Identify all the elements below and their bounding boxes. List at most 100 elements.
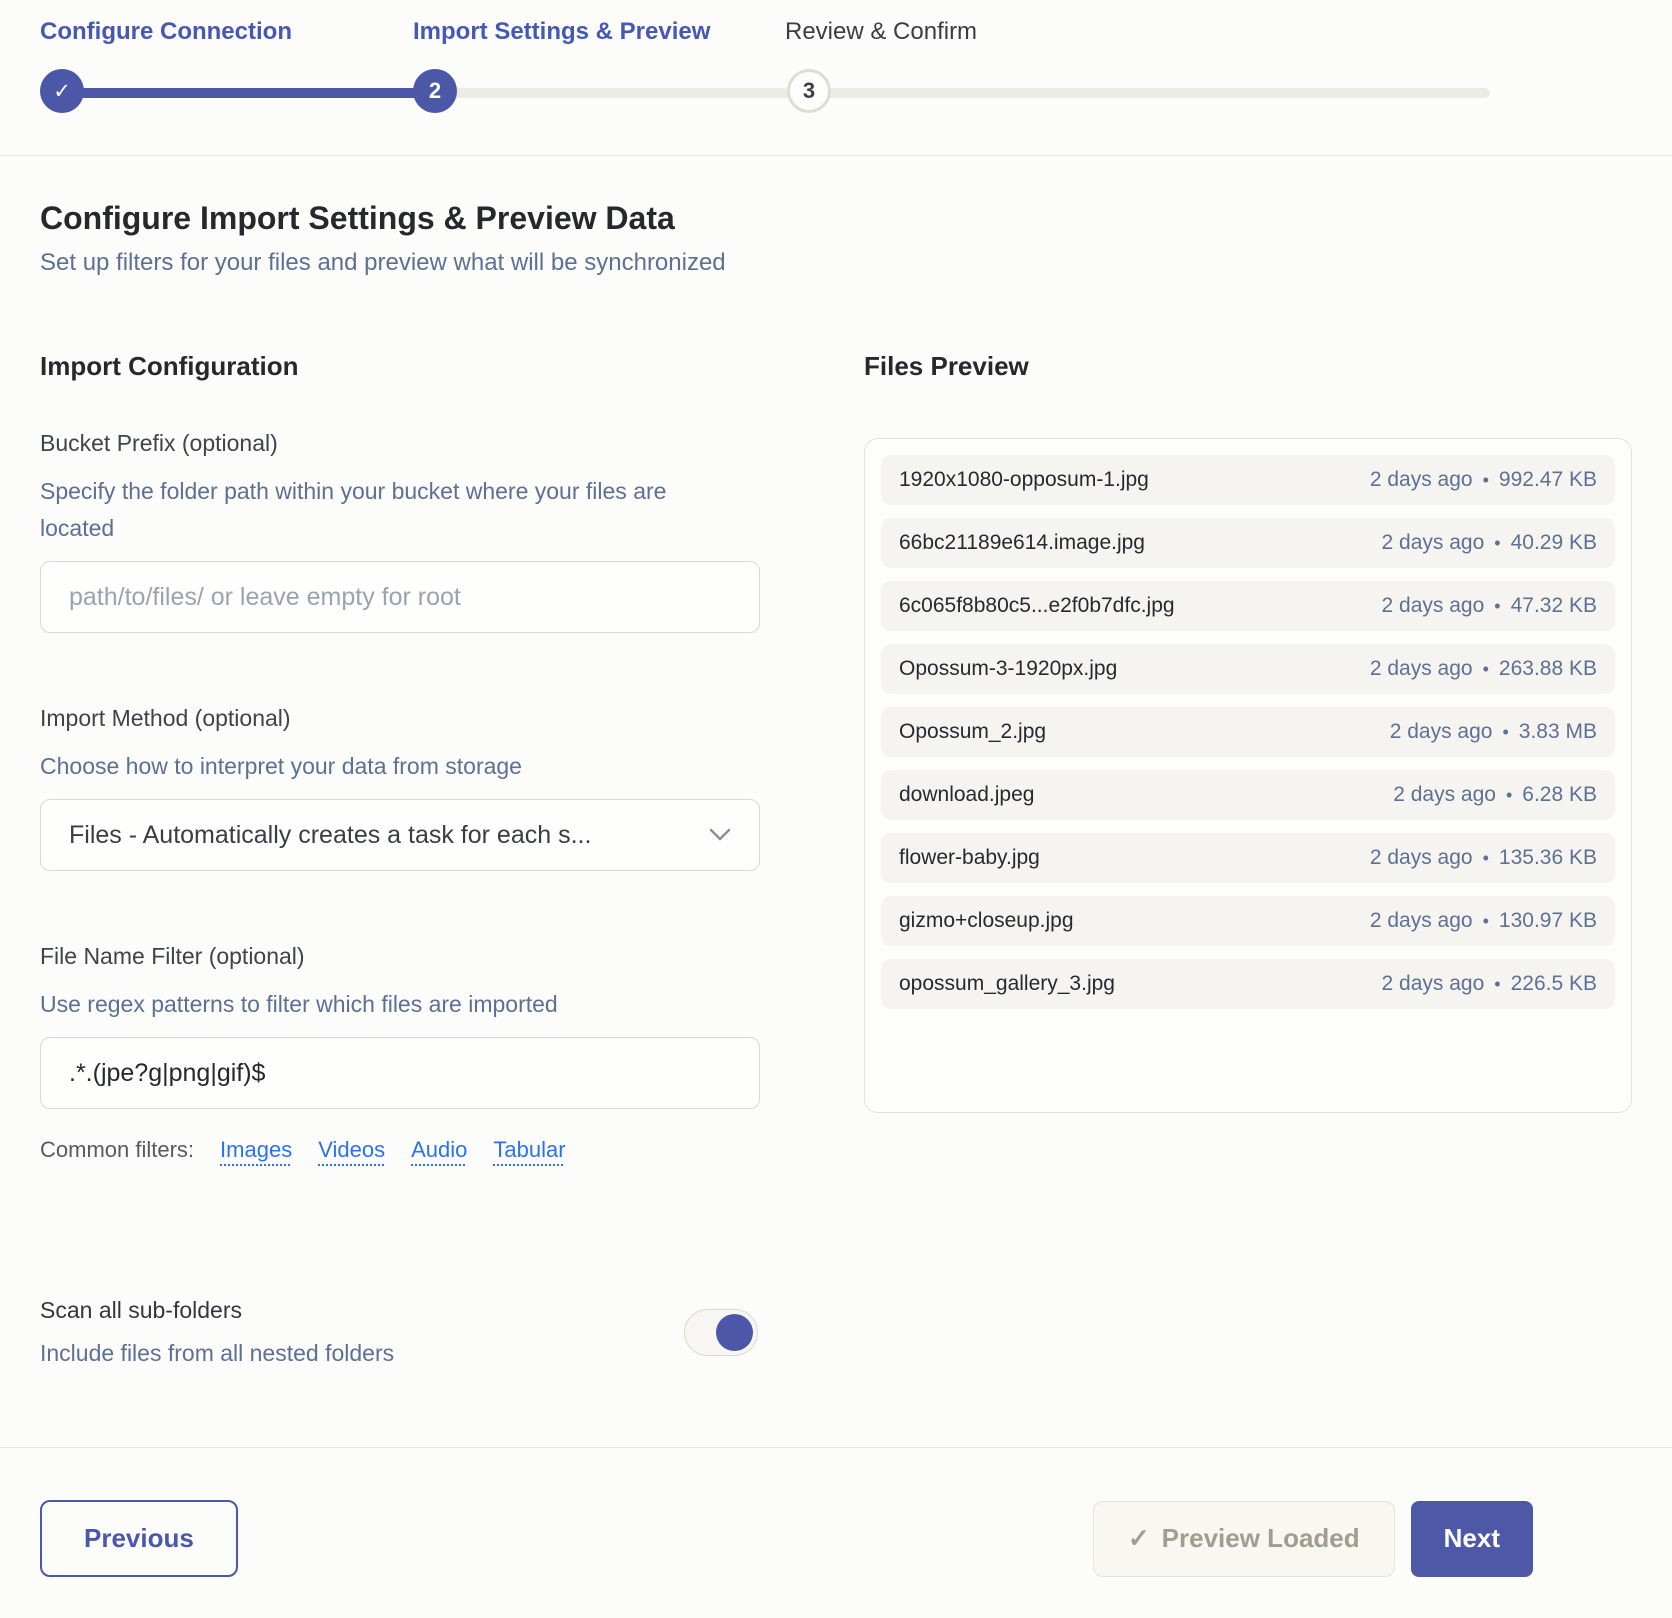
file-row: 6c065f8b80c5...e2f0b7dfc.jpg 2 days ago … [881,581,1615,631]
filter-link-images[interactable]: Images [220,1137,292,1163]
bullet-separator: • [1494,974,1500,995]
file-size: 135.36 KB [1499,846,1597,870]
file-meta: 2 days ago • 135.36 KB [1370,846,1597,870]
import-configuration-section: Import Configuration Bucket Prefix (opti… [40,351,760,1367]
file-row: flower-baby.jpg 2 days ago • 135.36 KB [881,833,1615,883]
file-size: 6.28 KB [1522,783,1597,807]
bullet-separator: • [1506,785,1512,806]
file-name: 1920x1080-opposum-1.jpg [899,468,1149,492]
file-name-filter-label: File Name Filter (optional) [40,943,760,970]
files-preview-card: 1920x1080-opposum-1.jpg 2 days ago • 992… [864,438,1632,1113]
file-size: 47.32 KB [1511,594,1597,618]
file-modified: 2 days ago [1370,846,1473,870]
files-preview-list: 1920x1080-opposum-1.jpg 2 days ago • 992… [881,455,1615,1009]
file-size: 130.97 KB [1499,909,1597,933]
scan-subfolders-label: Scan all sub-folders [40,1297,394,1324]
file-modified: 2 days ago [1370,909,1473,933]
stepper-progress-line-complete [60,88,437,98]
file-modified: 2 days ago [1393,783,1496,807]
file-meta: 2 days ago • 3.83 MB [1390,720,1597,744]
file-row: 66bc21189e614.image.jpg 2 days ago • 40.… [881,518,1615,568]
file-size: 3.83 MB [1519,720,1597,744]
file-modified: 2 days ago [1382,972,1485,996]
scan-subfolders-texts: Scan all sub-folders Include files from … [40,1297,394,1367]
file-modified: 2 days ago [1382,594,1485,618]
preview-loaded-button[interactable]: ✓ Preview Loaded [1093,1501,1395,1577]
step-label-import-settings[interactable]: Import Settings & Preview [413,18,710,46]
file-name: 66bc21189e614.image.jpg [899,531,1145,555]
files-preview-heading: Files Preview [864,351,1632,382]
file-name: flower-baby.jpg [899,846,1040,870]
page-title: Configure Import Settings & Preview Data [40,200,1632,237]
scan-subfolders-row: Scan all sub-folders Include files from … [40,1297,760,1367]
import-method-select[interactable]: Files - Automatically creates a task for… [40,799,760,871]
file-name: download.jpeg [899,783,1034,807]
file-meta: 2 days ago • 47.32 KB [1382,594,1597,618]
file-meta: 2 days ago • 992.47 KB [1370,468,1597,492]
check-icon: ✓ [1128,1523,1150,1554]
import-method-selected-value: Files - Automatically creates a task for… [69,821,591,850]
step-circle-3[interactable]: 3 [787,69,831,113]
common-filters-row: Common filters: Images Videos Audio Tabu… [40,1137,760,1163]
file-size: 992.47 KB [1499,468,1597,492]
file-row: 1920x1080-opposum-1.jpg 2 days ago • 992… [881,455,1615,505]
file-name: Opossum-3-1920px.jpg [899,657,1117,681]
stepper-progress-line-pending-1 [435,88,809,98]
file-name-filter-description: Use regex patterns to filter which files… [40,986,740,1023]
bucket-prefix-input[interactable] [40,561,760,633]
file-name: Opossum_2.jpg [899,720,1046,744]
step-circle-2[interactable]: 2 [413,69,457,113]
chevron-down-icon [709,828,731,842]
file-modified: 2 days ago [1390,720,1493,744]
page-subtitle: Set up filters for your files and previe… [40,249,1632,277]
bucket-prefix-label: Bucket Prefix (optional) [40,430,760,457]
bullet-separator: • [1483,659,1489,680]
file-modified: 2 days ago [1370,468,1473,492]
toggle-knob [716,1314,753,1351]
file-meta: 2 days ago • 263.88 KB [1370,657,1597,681]
file-size: 226.5 KB [1511,972,1597,996]
step-label-configure-connection[interactable]: Configure Connection [40,18,292,46]
footer-right-group: ✓ Preview Loaded Next [1093,1501,1533,1577]
step-circle-1[interactable]: ✓ [40,69,84,113]
bullet-separator: • [1494,596,1500,617]
preview-loaded-label: Preview Loaded [1162,1523,1360,1554]
wizard-body: Configure Import Settings & Preview Data… [0,200,1672,1367]
bullet-separator: • [1483,848,1489,869]
file-meta: 2 days ago • 6.28 KB [1393,783,1597,807]
bullet-separator: • [1483,470,1489,491]
import-configuration-heading: Import Configuration [40,351,760,382]
file-row: Opossum-3-1920px.jpg 2 days ago • 263.88… [881,644,1615,694]
step-number-2: 2 [429,78,441,104]
import-method-label: Import Method (optional) [40,705,760,732]
scan-subfolders-toggle[interactable] [684,1309,758,1356]
file-name-filter-input[interactable] [40,1037,760,1109]
file-size: 263.88 KB [1499,657,1597,681]
step-number-3: 3 [803,78,815,104]
file-row: download.jpeg 2 days ago • 6.28 KB [881,770,1615,820]
import-method-description: Choose how to interpret your data from s… [40,748,740,785]
file-modified: 2 days ago [1382,531,1485,555]
stepper-progress-line-pending-2 [809,88,1490,98]
file-name: gizmo+closeup.jpg [899,909,1074,933]
filter-link-tabular[interactable]: Tabular [493,1137,565,1163]
filter-link-audio[interactable]: Audio [411,1137,467,1163]
scan-subfolders-description: Include files from all nested folders [40,1340,394,1367]
filter-link-videos[interactable]: Videos [318,1137,385,1163]
bullet-separator: • [1483,911,1489,932]
file-row: Opossum_2.jpg 2 days ago • 3.83 MB [881,707,1615,757]
file-meta: 2 days ago • 40.29 KB [1382,531,1597,555]
wizard-stepper: Configure Connection Import Settings & P… [0,0,1672,156]
files-preview-section: Files Preview 1920x1080-opposum-1.jpg 2 … [864,351,1632,1367]
file-size: 40.29 KB [1511,531,1597,555]
file-name: 6c065f8b80c5...e2f0b7dfc.jpg [899,594,1175,618]
step-label-review-confirm[interactable]: Review & Confirm [785,18,977,46]
previous-button[interactable]: Previous [40,1500,238,1577]
file-row: gizmo+closeup.jpg 2 days ago • 130.97 KB [881,896,1615,946]
file-row: opossum_gallery_3.jpg 2 days ago • 226.5… [881,959,1615,1009]
file-meta: 2 days ago • 130.97 KB [1370,909,1597,933]
check-icon: ✓ [53,79,71,104]
bullet-separator: • [1494,533,1500,554]
wizard-footer: Previous ✓ Preview Loaded Next [0,1447,1672,1577]
next-button[interactable]: Next [1411,1501,1533,1577]
